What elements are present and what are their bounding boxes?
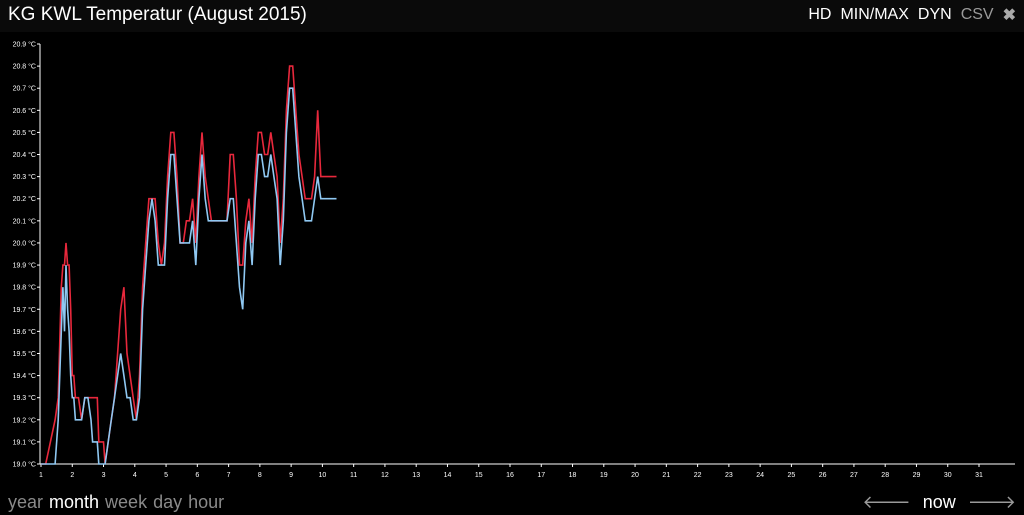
x-tick-label: 18 xyxy=(569,472,577,479)
range-tabs: year month week day hour xyxy=(8,492,224,513)
x-tick-label: 27 xyxy=(850,472,858,479)
y-tick-label: 19.5 °C xyxy=(13,350,36,358)
x-tick-label: 10 xyxy=(319,472,327,479)
x-tick-label: 11 xyxy=(350,472,357,479)
y-tick-label: 20.4 °C xyxy=(13,151,36,159)
y-tick-label: 19.2 °C xyxy=(13,416,36,424)
x-tick-label: 24 xyxy=(756,472,764,479)
x-tick-label: 19 xyxy=(600,472,608,479)
y-tick-label: 19.0 °C xyxy=(13,461,36,469)
x-tick-label: 1 xyxy=(39,472,43,479)
y-tick-label: 20.0 °C xyxy=(13,239,36,247)
x-tick-label: 5 xyxy=(164,472,168,479)
chart-series xyxy=(41,65,337,465)
x-tick-label: 26 xyxy=(819,472,827,479)
minmax-button[interactable]: MIN/MAX xyxy=(840,6,908,24)
x-tick-label: 8 xyxy=(258,472,262,479)
y-tick-label: 19.7 °C xyxy=(13,306,36,314)
csv-button[interactable]: CSV xyxy=(961,6,994,24)
x-tick-label: 3 xyxy=(102,472,106,479)
x-tick-label: 29 xyxy=(913,472,921,479)
arrow-right-icon[interactable]: 🡒 xyxy=(968,492,1016,513)
arrow-left-icon[interactable]: 🡐 xyxy=(862,492,910,513)
y-tick-label: 19.8 °C xyxy=(13,284,36,292)
y-tick-label: 20.1 °C xyxy=(13,217,36,225)
x-tick-label: 13 xyxy=(412,472,420,479)
series-line-max xyxy=(41,65,337,465)
time-navigation: 🡐 now 🡒 xyxy=(862,492,1016,513)
y-tick-label: 19.9 °C xyxy=(13,262,36,270)
y-tick-label: 20.5 °C xyxy=(13,129,36,137)
hd-button[interactable]: HD xyxy=(808,6,831,24)
x-tick-label: 6 xyxy=(195,472,199,479)
temperature-chart: 19.0 °C 19.1 °C 19.2 °C 19.3 °C 19.4 °C 19.5 … xyxy=(13,41,1015,479)
dyn-button[interactable]: DYN xyxy=(918,6,952,24)
x-tick-label: 31 xyxy=(975,472,983,479)
y-tick-label: 19.4 °C xyxy=(13,372,36,380)
y-tick-label: 20.3 °C xyxy=(13,173,36,181)
y-tick-label: 20.2 °C xyxy=(13,195,36,203)
x-tick-label: 2 xyxy=(70,472,74,479)
x-tick-label: 9 xyxy=(289,472,293,479)
x-tick-label: 22 xyxy=(694,472,702,479)
y-tick-label: 19.6 °C xyxy=(13,328,36,336)
x-tick-label: 30 xyxy=(944,472,952,479)
x-tick-label: 15 xyxy=(475,472,483,479)
header-bar: KG KWL Temperatur (August 2015) HD MIN/M… xyxy=(0,0,1024,32)
x-tick-label: 16 xyxy=(506,472,514,479)
tab-week[interactable]: week xyxy=(105,492,147,513)
y-tick-label: 19.1 °C xyxy=(13,438,36,446)
tab-hour[interactable]: hour xyxy=(188,492,224,513)
tab-month[interactable]: month xyxy=(49,492,99,513)
close-icon[interactable]: ✖ xyxy=(1003,5,1016,25)
x-tick-label: 12 xyxy=(381,472,389,479)
x-tick-label: 28 xyxy=(881,472,889,479)
x-tick-label: 25 xyxy=(788,472,796,479)
x-tick-label: 23 xyxy=(725,472,733,479)
series-line-min xyxy=(41,87,337,465)
x-tick-label: 20 xyxy=(631,472,639,479)
chart-title: KG KWL Temperatur (August 2015) xyxy=(8,4,307,25)
y-tick-label: 20.8 °C xyxy=(13,63,36,71)
x-tick-label: 7 xyxy=(227,472,231,479)
y-tick-label: 20.9 °C xyxy=(13,41,36,49)
x-tick-label: 17 xyxy=(537,472,545,479)
y-tick-label: 20.7 °C xyxy=(13,85,36,93)
footer-bar: year month week day hour 🡐 now 🡒 xyxy=(0,490,1024,515)
y-tick-label: 20.6 °C xyxy=(13,107,36,115)
now-button[interactable]: now xyxy=(923,492,956,513)
x-tick-label: 4 xyxy=(133,472,137,479)
header-actions: HD MIN/MAX DYN CSV ✖ xyxy=(808,5,1016,25)
x-tick-label: 14 xyxy=(444,472,452,479)
tab-day[interactable]: day xyxy=(153,492,182,513)
x-tick-label: 21 xyxy=(662,472,670,479)
tab-year[interactable]: year xyxy=(8,492,43,513)
y-tick-label: 19.3 °C xyxy=(13,394,36,402)
